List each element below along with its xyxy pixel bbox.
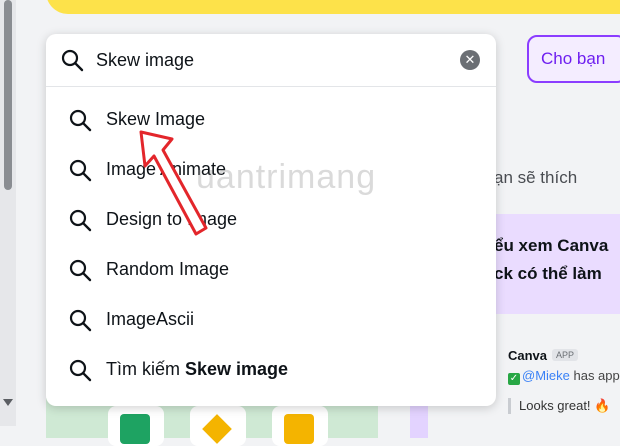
promo-line-2: ck có thể làm: [494, 264, 602, 283]
promo-line-1: ểu xem Canva: [494, 236, 609, 255]
search-all-item[interactable]: Tìm kiếm Skew image: [46, 345, 496, 395]
tab-for-you[interactable]: Cho bạn: [527, 35, 620, 83]
comment-quote: Looks great! 🔥: [508, 398, 610, 414]
slides-icon: [284, 414, 314, 444]
search-bar[interactable]: ✕: [46, 34, 496, 87]
scrollbar-thumb[interactable]: [4, 0, 12, 190]
search-dropdown: ✕ Skew Image Image Animate Design to Ima…: [46, 34, 496, 406]
comment-status: ✓ @Mieke has appr: [508, 368, 620, 385]
app-tile-drive[interactable]: [190, 406, 246, 446]
result-label: Random Image: [106, 259, 230, 279]
comment-author: Canva: [508, 348, 548, 363]
search-icon: [69, 309, 92, 332]
sheets-icon: [120, 414, 150, 444]
search-icon: [69, 209, 92, 232]
search-input[interactable]: [96, 48, 436, 72]
close-icon[interactable]: ✕: [460, 50, 480, 70]
mention-link[interactable]: @Mieke: [522, 368, 570, 383]
fire-icon: 🔥: [594, 398, 611, 413]
search-icon: [69, 359, 92, 382]
result-item[interactable]: Skew Image: [46, 95, 496, 145]
app-tile-sheets[interactable]: [108, 406, 164, 446]
result-label: Design to Image: [106, 209, 238, 229]
result-label: ImageAscii: [106, 309, 195, 329]
watermark: uantrimang: [196, 158, 377, 196]
page-scrollbar[interactable]: [0, 0, 16, 426]
search-icon: [69, 109, 92, 132]
app-badge: APP: [552, 349, 579, 361]
comment-status-text: has appr: [569, 368, 620, 383]
scroll-down-arrow-icon[interactable]: [3, 399, 13, 406]
comment-quote-text: Looks great!: [519, 398, 591, 413]
search-all-prefix: Tìm kiếm: [106, 359, 185, 379]
app-tile-slides[interactable]: [272, 406, 328, 446]
result-label: Skew Image: [106, 109, 206, 129]
result-item[interactable]: ImageAscii: [46, 295, 496, 345]
recommend-heading: ạn sẽ thích: [494, 168, 578, 187]
result-item[interactable]: Random Image: [46, 245, 496, 295]
search-icon: [69, 159, 92, 182]
search-all-label: Tìm kiếm Skew image: [106, 359, 288, 380]
search-icon: [69, 259, 92, 282]
top-banner: [46, 0, 620, 14]
checkmark-icon: ✓: [508, 373, 520, 385]
result-item[interactable]: Design to Image: [46, 195, 496, 245]
drive-icon: [202, 414, 232, 444]
promo-card[interactable]: ểu xem Canva ck có thể làm: [494, 214, 620, 314]
search-icon: [61, 49, 84, 72]
search-all-query: Skew image: [185, 359, 289, 379]
